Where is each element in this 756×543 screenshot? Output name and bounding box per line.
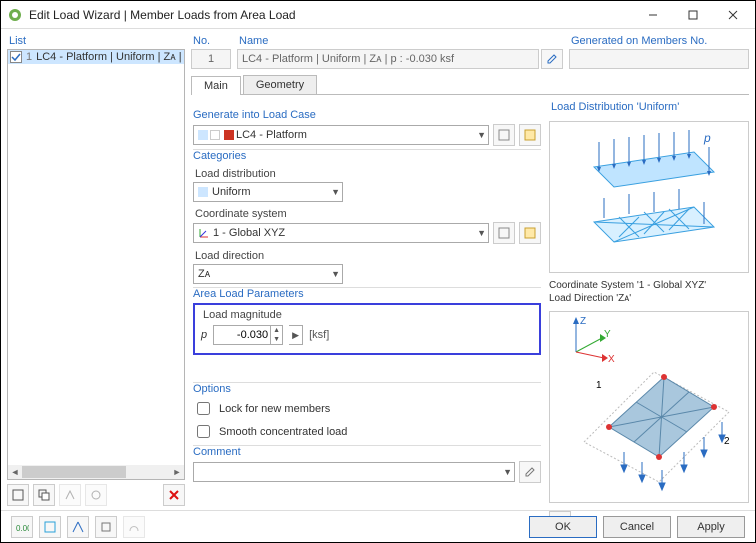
load-case-dropdown[interactable]: LC4 - Platform ▼ <box>193 125 489 145</box>
list-item-index: 1 <box>26 51 32 63</box>
load-case-edit-button[interactable] <box>519 124 541 146</box>
list-header: List <box>7 33 185 49</box>
load-case-value: LC4 - Platform <box>236 129 307 141</box>
no-field: 1 <box>191 49 231 69</box>
maximize-button[interactable] <box>673 2 713 28</box>
horizontal-scrollbar[interactable]: ◄ ► <box>8 465 184 479</box>
spin-up-icon[interactable]: ▲ <box>270 326 282 335</box>
app-icon <box>7 7 23 23</box>
cancel-button[interactable]: Cancel <box>603 516 671 538</box>
option-lock-checkbox[interactable] <box>197 402 210 415</box>
tabs: Main Geometry <box>191 75 749 95</box>
generate-case-title: Generate into Load Case <box>193 109 541 121</box>
footer-tool-2[interactable] <box>39 516 61 538</box>
coord-system-preview: Z Y X <box>549 311 749 503</box>
tool-button-3[interactable] <box>59 484 81 506</box>
coord-system-preview-title: Coordinate System '1 - Global XYZ' Load … <box>549 279 749 305</box>
options-title: Options <box>193 382 541 395</box>
svg-text:Z: Z <box>580 316 586 327</box>
generated-on-field <box>569 49 749 69</box>
magnitude-symbol: p <box>201 329 207 341</box>
delete-button[interactable] <box>163 484 185 506</box>
chevron-down-icon: ▼ <box>477 228 486 238</box>
magnitude-input[interactable] <box>214 328 270 342</box>
svg-text:X: X <box>608 354 615 365</box>
area-load-params-title: Area Load Parameters <box>193 287 541 300</box>
tool-button-4[interactable] <box>85 484 107 506</box>
scroll-left-icon[interactable]: ◄ <box>8 465 22 479</box>
magnitude-more-button[interactable]: ▶ <box>289 325 303 345</box>
svg-text:Y: Y <box>604 329 611 340</box>
area-load-params-box: Load magnitude p ▲ ▼ ▶ [ksf] <box>193 303 541 355</box>
spin-down-icon[interactable]: ▼ <box>270 335 282 344</box>
svg-text:1: 1 <box>596 380 602 391</box>
load-distribution-label: Load distribution <box>195 168 541 180</box>
name-field: LC4 - Platform | Uniform | Zᴀ | p : -0.0… <box>237 49 539 69</box>
no-label: No. <box>191 33 231 49</box>
load-case-new-button[interactable] <box>493 124 515 146</box>
load-magnitude-label: Load magnitude <box>203 309 533 321</box>
footer-tool-5[interactable] <box>123 516 145 538</box>
magnitude-unit: [ksf] <box>309 329 329 341</box>
list-item-text: LC4 - Platform | Uniform | Zᴀ | p : -0.0… <box>36 51 185 63</box>
distribution-preview-title: Load Distribution 'Uniform' <box>549 99 749 115</box>
load-case-color-icon <box>224 130 234 140</box>
new-button[interactable] <box>7 484 29 506</box>
minimize-button[interactable] <box>633 2 673 28</box>
axes-icon <box>198 227 210 239</box>
checkbox-icon[interactable] <box>10 51 22 63</box>
load-direction-dropdown[interactable]: Zᴀ ▼ <box>193 264 343 284</box>
coordinate-system-dropdown[interactable]: 1 - Global XYZ ▼ <box>193 223 489 243</box>
tab-main[interactable]: Main <box>191 76 241 95</box>
list-area[interactable]: 1 LC4 - Platform | Uniform | Zᴀ | p : -0… <box>7 49 185 480</box>
load-distribution-dropdown[interactable]: Uniform ▼ <box>193 182 343 202</box>
option-smooth-checkbox[interactable] <box>197 425 210 438</box>
name-label: Name <box>237 33 563 49</box>
footer-tool-4[interactable] <box>95 516 117 538</box>
option-smooth-label: Smooth concentrated load <box>219 426 347 438</box>
close-button[interactable] <box>713 2 753 28</box>
svg-text:2: 2 <box>724 436 730 447</box>
chevron-down-icon: ▼ <box>503 467 512 477</box>
comment-edit-button[interactable] <box>519 461 541 483</box>
svg-text:0.00: 0.00 <box>16 524 29 533</box>
edit-name-button[interactable] <box>541 49 563 69</box>
chevron-down-icon: ▼ <box>331 269 340 279</box>
categories-title: Categories <box>193 149 541 162</box>
distribution-icon <box>198 187 208 197</box>
option-lock-row[interactable]: Lock for new members <box>193 399 541 418</box>
apply-button[interactable]: Apply <box>677 516 745 538</box>
copy-button[interactable] <box>33 484 55 506</box>
coordinate-system-label: Coordinate system <box>195 208 541 220</box>
distribution-preview: p <box>549 121 749 273</box>
window-title: Edit Load Wizard | Member Loads from Are… <box>29 8 633 22</box>
generated-on-label: Generated on Members No. <box>569 33 749 49</box>
option-lock-label: Lock for new members <box>219 403 330 415</box>
tab-geometry[interactable]: Geometry <box>243 75 317 94</box>
magnitude-spinner[interactable]: ▲ ▼ <box>213 325 283 345</box>
list-item[interactable]: 1 LC4 - Platform | Uniform | Zᴀ | p : -0… <box>8 50 184 64</box>
load-direction-label: Load direction <box>195 250 541 262</box>
scroll-thumb[interactable] <box>22 466 126 478</box>
coord-sys-new-button[interactable] <box>493 222 515 244</box>
option-smooth-row[interactable]: Smooth concentrated load <box>193 422 541 441</box>
comment-title: Comment <box>193 445 541 458</box>
p-symbol: p <box>703 131 711 145</box>
chevron-down-icon: ▼ <box>477 130 486 140</box>
titlebar: Edit Load Wizard | Member Loads from Are… <box>1 1 755 29</box>
footer-tool-3[interactable] <box>67 516 89 538</box>
ok-button[interactable]: OK <box>529 516 597 538</box>
scroll-right-icon[interactable]: ► <box>170 465 184 479</box>
units-button[interactable]: 0.00 <box>11 516 33 538</box>
coord-sys-edit-button[interactable] <box>519 222 541 244</box>
comment-dropdown[interactable]: ▼ <box>193 462 515 482</box>
chevron-down-icon: ▼ <box>331 187 340 197</box>
footer: 0.00 OK Cancel Apply <box>1 510 755 542</box>
